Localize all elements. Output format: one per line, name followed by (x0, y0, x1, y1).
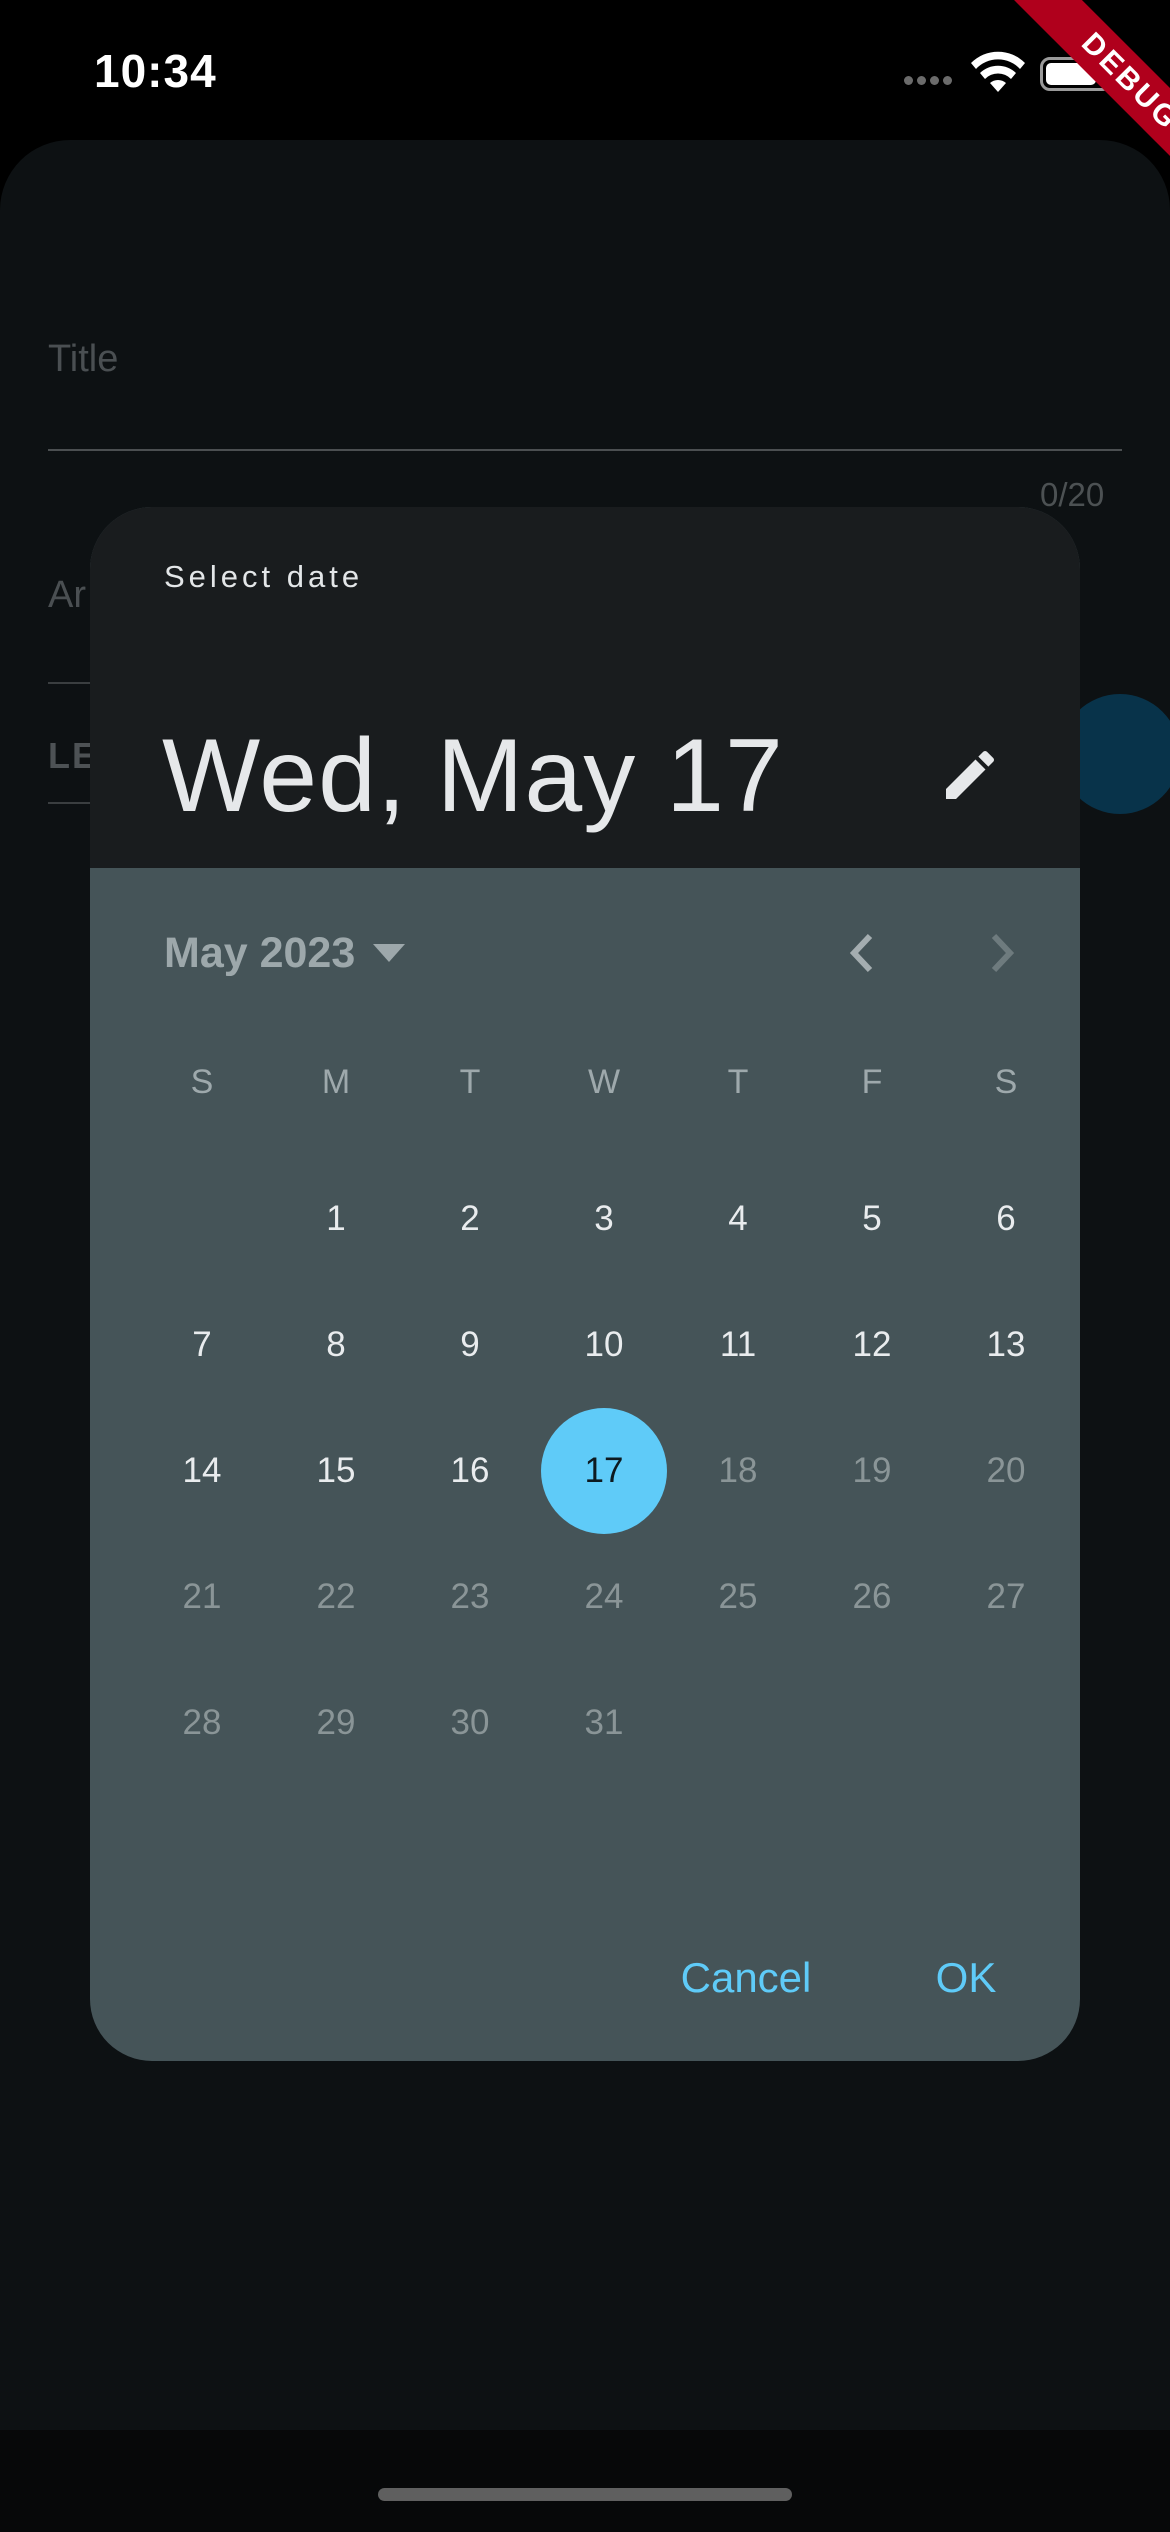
date-picker-dialog: Select date Wed, May 17 May 2023 SMTWTFS… (90, 507, 1080, 2061)
home-indicator[interactable] (378, 2488, 792, 2501)
calendar-day-cell[interactable]: 12 (805, 1282, 939, 1408)
day-number: 28 (182, 1703, 222, 1742)
day-number: 12 (852, 1325, 892, 1364)
day-number: 16 (450, 1451, 490, 1490)
calendar-day-cell: 30 (403, 1660, 537, 1786)
day-number: 27 (986, 1577, 1026, 1616)
calendar-day-cell: 18 (671, 1408, 805, 1534)
day-number: 20 (986, 1451, 1026, 1490)
calendar-day-cell: 29 (269, 1660, 403, 1786)
calendar-day-cell: 23 (403, 1534, 537, 1660)
cancel-button[interactable]: Cancel (646, 1939, 846, 2017)
day-number: 22 (316, 1577, 356, 1616)
day-number: 10 (584, 1325, 624, 1364)
title-field-underline (48, 449, 1122, 451)
day-number: 29 (316, 1703, 356, 1742)
calendar-day-cell[interactable]: 14 (135, 1408, 269, 1534)
calendar-day-cell: 26 (805, 1534, 939, 1660)
bottom-safe-area (0, 2430, 1170, 2532)
day-number: 24 (584, 1577, 624, 1616)
calendar-day-cell[interactable]: 10 (537, 1282, 671, 1408)
calendar-day-cell[interactable]: 15 (269, 1408, 403, 1534)
amount-field-underline (48, 682, 92, 684)
day-number: 13 (986, 1325, 1026, 1364)
amount-field-label: Ar (48, 574, 86, 616)
calendar-day-cell: 21 (135, 1534, 269, 1660)
calendar-day-cell[interactable]: 7 (135, 1282, 269, 1408)
day-number: 2 (460, 1199, 480, 1238)
calendar-day-cell[interactable]: 13 (939, 1282, 1073, 1408)
calendar-day-cell[interactable]: 16 (403, 1408, 537, 1534)
calendar-day-cell: 31 (537, 1660, 671, 1786)
day-number: 11 (719, 1325, 757, 1364)
day-number: 1 (326, 1199, 346, 1238)
obscured-field-underline (48, 802, 92, 804)
day-number: 25 (718, 1577, 758, 1616)
day-number: 3 (594, 1199, 614, 1238)
day-number: 18 (718, 1451, 758, 1490)
day-number: 8 (326, 1325, 346, 1364)
calendar-day-cell[interactable]: 1 (269, 1156, 403, 1282)
calendar-day-cell: 25 (671, 1534, 805, 1660)
day-number: 17 (584, 1451, 624, 1490)
calendar-day-cell[interactable]: 2 (403, 1156, 537, 1282)
day-number: 23 (450, 1577, 490, 1616)
selected-day-cell[interactable]: 17 (537, 1408, 671, 1534)
calendar-day-cell[interactable]: 4 (671, 1156, 805, 1282)
day-number: 26 (852, 1577, 892, 1616)
title-field-label: Title (48, 338, 119, 380)
calendar-day-cell: 19 (805, 1408, 939, 1534)
ok-button[interactable]: OK (896, 1939, 1036, 2017)
calendar-day-cell[interactable]: 6 (939, 1156, 1073, 1282)
calendar-day-cell: 28 (135, 1660, 269, 1786)
day-number: 14 (182, 1451, 222, 1490)
calendar-day-cell[interactable]: 5 (805, 1156, 939, 1282)
cellular-signal-icon (904, 72, 956, 90)
day-number: 9 (460, 1325, 480, 1364)
status-time: 10:34 (94, 45, 217, 97)
calendar-day-cell[interactable]: 9 (403, 1282, 537, 1408)
calendar-day-cell: 20 (939, 1408, 1073, 1534)
calendar-day-cell: 22 (269, 1534, 403, 1660)
calendar-day-cell[interactable]: 11 (671, 1282, 805, 1408)
day-number: 30 (450, 1703, 490, 1742)
day-number: 19 (852, 1451, 892, 1490)
day-number: 4 (728, 1199, 748, 1238)
day-number: 7 (192, 1325, 212, 1364)
day-number: 31 (584, 1703, 624, 1742)
day-number: 15 (316, 1451, 356, 1490)
day-number: 5 (862, 1199, 882, 1238)
day-number: 6 (996, 1199, 1016, 1238)
calendar-day-grid: 1 2 3 4 5 6 7 8 9 10 11 12 13 14 15 16 17 18 19 20 21 22 23 24 2… (135, 507, 1035, 2061)
calendar-day-cell[interactable]: 8 (269, 1282, 403, 1408)
wifi-icon (971, 51, 1025, 92)
calendar-day-cell[interactable]: 3 (537, 1156, 671, 1282)
day-number: 21 (182, 1577, 222, 1616)
status-bar: 10:34 (0, 0, 1170, 140)
calendar-day-cell: 24 (537, 1534, 671, 1660)
calendar-day-cell: 27 (939, 1534, 1073, 1660)
